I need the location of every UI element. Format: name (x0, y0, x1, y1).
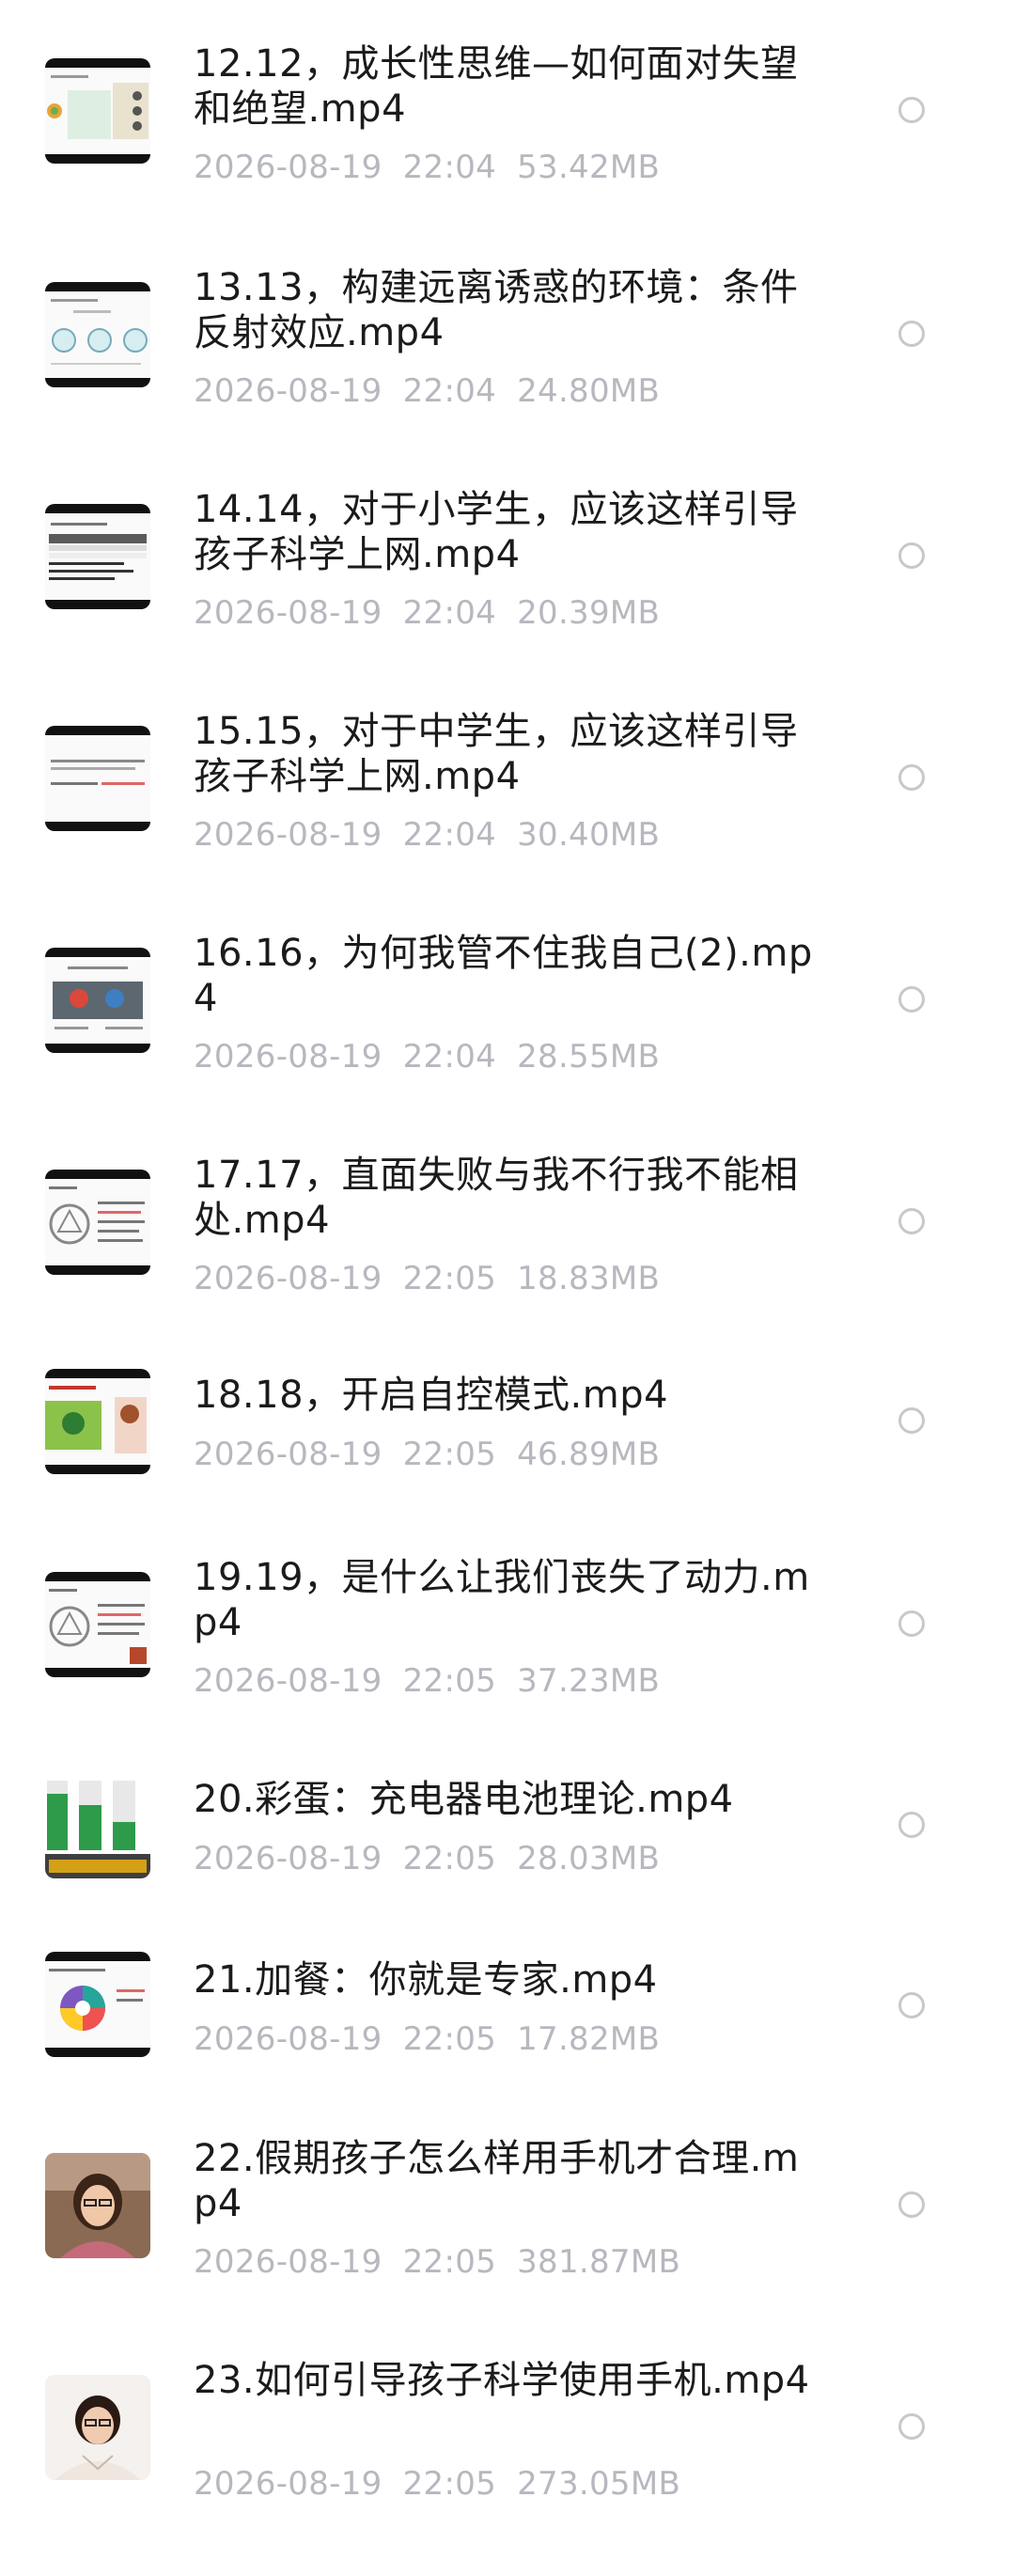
file-size: 20.39MB (517, 594, 661, 632)
file-time: 22:05 (402, 2020, 497, 2058)
file-time: 22:04 (402, 1038, 497, 1076)
select-radio[interactable] (898, 1610, 925, 1637)
file-size: 18.83MB (517, 1260, 661, 1297)
file-name: 18.18，开启自控模式.mp4 (194, 1374, 669, 1417)
file-name: 13.13，构建远离诱惑的环境：条件反射效应.mp4 (194, 266, 799, 354)
file-size: 28.55MB (517, 1038, 661, 1076)
file-size: 273.05MB (517, 2465, 681, 2503)
file-meta: 2026-08-19 22:04 30.40MB (194, 816, 680, 854)
file-meta: 2026-08-19 22:05 28.03MB (194, 1840, 680, 1877)
select-radio[interactable] (898, 542, 925, 569)
file-size: 46.89MB (517, 1436, 661, 1473)
file-time: 22:05 (402, 2465, 497, 2503)
file-date: 2026-08-19 (194, 2465, 383, 2503)
file-time: 22:05 (402, 1436, 497, 1473)
file-time: 22:05 (402, 1662, 497, 1700)
file-time: 22:04 (402, 816, 497, 854)
file-date: 2026-08-19 (194, 1260, 383, 1297)
file-meta: 2026-08-19 22:05 17.82MB (194, 2020, 680, 2058)
select-radio[interactable] (898, 1992, 925, 2018)
file-name: 17.17，直面失败与我不行我不能相处.mp4 (194, 1154, 799, 1242)
file-name: 16.16，为何我管不住我自己(2).mp4 (194, 932, 813, 1020)
file-meta: 2026-08-19 22:04 53.42MB (194, 149, 680, 186)
select-radio[interactable] (898, 986, 925, 1013)
file-name: 19.19，是什么让我们丧失了动力.mp4 (194, 1556, 810, 1644)
file-size: 28.03MB (517, 1840, 661, 1877)
select-radio[interactable] (898, 2191, 925, 2218)
video-thumbnail (45, 1170, 150, 1275)
file-time: 22:05 (402, 2243, 497, 2281)
video-thumbnail (45, 726, 150, 831)
file-meta: 2026-08-19 22:05 381.87MB (194, 2243, 701, 2281)
file-time: 22:04 (402, 149, 497, 186)
file-date: 2026-08-19 (194, 1662, 383, 1700)
file-name: 14.14，对于小学生，应该这样引导孩子科学上网.mp4 (194, 488, 799, 576)
video-thumbnail (45, 504, 150, 609)
video-thumbnail (45, 1369, 150, 1474)
video-thumbnail (45, 282, 150, 387)
file-time: 22:04 (402, 372, 497, 410)
select-radio[interactable] (898, 2413, 925, 2440)
video-thumbnail (45, 1773, 150, 1878)
select-radio[interactable] (898, 1812, 925, 1838)
file-date: 2026-08-19 (194, 2020, 383, 2058)
file-size: 24.80MB (517, 372, 661, 410)
select-radio[interactable] (898, 97, 925, 123)
file-meta: 2026-08-19 22:04 20.39MB (194, 594, 680, 632)
select-radio[interactable] (898, 1208, 925, 1234)
file-date: 2026-08-19 (194, 1038, 383, 1076)
file-time: 22:04 (402, 594, 497, 632)
file-meta: 2026-08-19 22:04 24.80MB (194, 372, 680, 410)
file-name: 12.12，成长性思维—如何面对失望和绝望.mp4 (194, 42, 799, 131)
select-radio[interactable] (898, 321, 925, 347)
file-name: 23.如何引导孩子科学使用手机.mp4 (194, 2359, 810, 2402)
file-name: 15.15，对于中学生，应该这样引导孩子科学上网.mp4 (194, 710, 799, 798)
file-size: 30.40MB (517, 816, 661, 854)
video-thumbnail (45, 948, 150, 1053)
file-date: 2026-08-19 (194, 594, 383, 632)
file-meta: 2026-08-19 22:04 28.55MB (194, 1038, 680, 1076)
file-date: 2026-08-19 (194, 2243, 383, 2281)
file-size: 381.87MB (517, 2243, 681, 2281)
file-meta: 2026-08-19 22:05 273.05MB (194, 2465, 701, 2503)
file-name: 21.加餐：你就是专家.mp4 (194, 1958, 658, 2002)
file-time: 22:05 (402, 1840, 497, 1877)
select-radio[interactable] (898, 1407, 925, 1434)
file-meta: 2026-08-19 22:05 18.83MB (194, 1260, 680, 1297)
file-date: 2026-08-19 (194, 816, 383, 854)
video-thumbnail (45, 58, 150, 164)
file-size: 37.23MB (517, 1662, 661, 1700)
video-thumbnail (45, 1952, 150, 2057)
video-thumbnail (45, 1572, 150, 1677)
video-thumbnail (45, 2375, 150, 2480)
file-date: 2026-08-19 (194, 372, 383, 410)
file-name: 22.假期孩子怎么样用手机才合理.mp4 (194, 2137, 800, 2225)
file-meta: 2026-08-19 22:05 37.23MB (194, 1662, 680, 1700)
file-time: 22:05 (402, 1260, 497, 1297)
select-radio[interactable] (898, 764, 925, 791)
file-meta: 2026-08-19 22:05 46.89MB (194, 1436, 680, 1473)
file-size: 17.82MB (517, 2020, 661, 2058)
file-date: 2026-08-19 (194, 1840, 383, 1877)
file-size: 53.42MB (517, 149, 661, 186)
file-list: 12.12，成长性思维—如何面对失望和绝望.mp4 2026-08-19 22:0… (0, 0, 1015, 2576)
file-name: 20.彩蛋：充电器电池理论.mp4 (194, 1778, 734, 1821)
file-date: 2026-08-19 (194, 1436, 383, 1473)
file-date: 2026-08-19 (194, 149, 383, 186)
video-thumbnail (45, 2153, 150, 2258)
